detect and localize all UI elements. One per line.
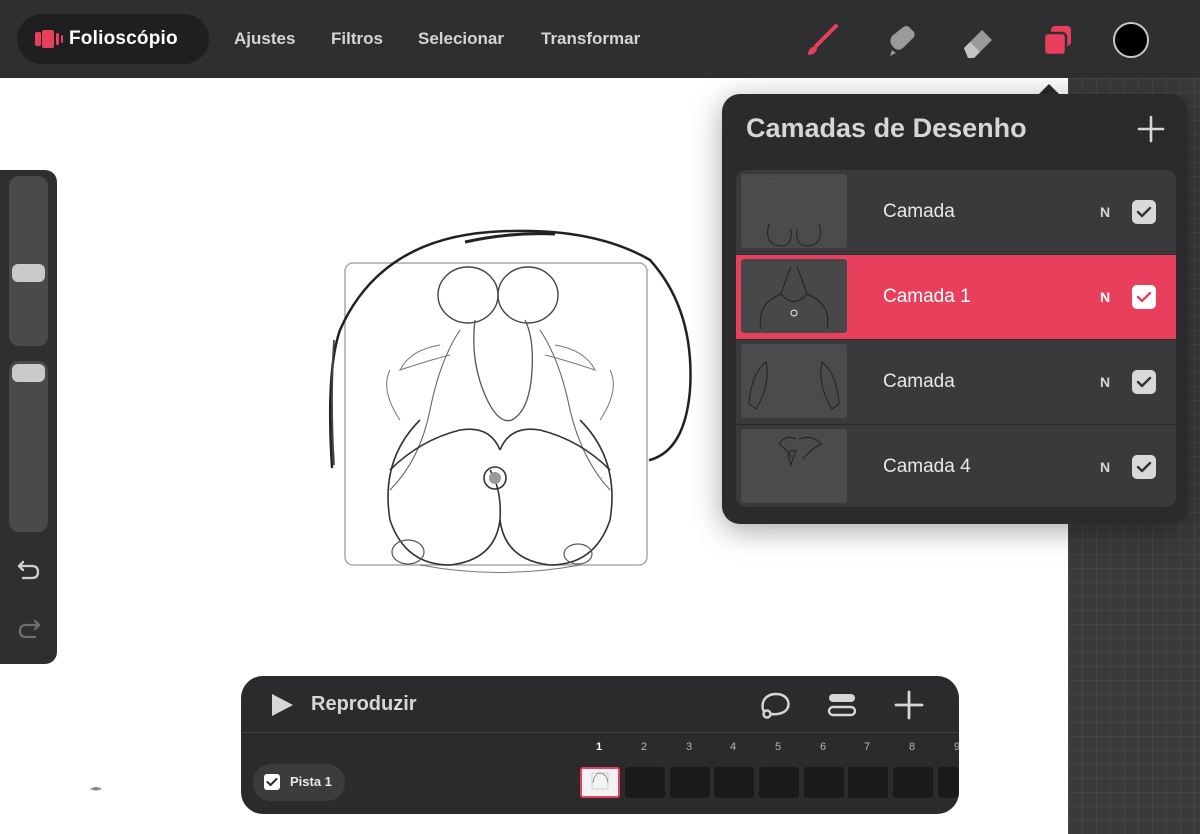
smudge-icon[interactable]	[880, 20, 920, 60]
add-frame-icon[interactable]	[892, 688, 926, 722]
animation-timeline: Reproduzir 1 2 3 4 5 6 7 8 9 Pista 1	[241, 676, 959, 814]
layer-row[interactable]: Camada 1 N	[736, 255, 1176, 340]
canvas-mark	[90, 787, 102, 791]
layer-blend-mode[interactable]: N	[1100, 374, 1110, 390]
brush-icon[interactable]	[802, 20, 842, 60]
frame-cell[interactable]	[670, 767, 710, 798]
frame-cell[interactable]	[714, 767, 754, 798]
frame-thumbnail	[591, 772, 609, 790]
layers-panel: Camadas de Desenho Camada N Camada 1 N C…	[722, 94, 1188, 524]
settings-bars-icon[interactable]	[825, 688, 859, 722]
menu-selecionar[interactable]: Selecionar	[418, 29, 504, 49]
frame-cell[interactable]	[759, 767, 799, 798]
frame-number: 2	[640, 741, 648, 753]
add-layer-icon[interactable]	[1136, 114, 1166, 144]
brush-size-slider[interactable]	[9, 176, 48, 346]
left-sidebar	[0, 170, 57, 664]
frame-number: 8	[908, 741, 916, 753]
layer-row[interactable]: Camada N	[736, 340, 1176, 425]
layer-row[interactable]: Camada N	[736, 170, 1176, 255]
app-name: Folioscópio	[69, 28, 178, 49]
gallery-button[interactable]: Folioscópio	[17, 14, 209, 64]
layer-blend-mode[interactable]: N	[1100, 204, 1110, 220]
frame-cell[interactable]	[580, 767, 620, 798]
eraser-icon[interactable]	[958, 20, 998, 60]
frame-number: 5	[774, 741, 782, 753]
frame-number: 9	[953, 741, 959, 753]
canvas-sketch[interactable]	[320, 220, 700, 590]
layers-list: Camada N Camada 1 N Camada N Camada 4 N	[736, 170, 1176, 507]
layer-visibility-checkbox[interactable]	[1132, 370, 1156, 394]
layer-name: Camada	[883, 371, 955, 392]
menu-filtros[interactable]: Filtros	[331, 29, 383, 49]
track-label: Pista 1	[290, 774, 332, 789]
layer-name: Camada 1	[883, 286, 971, 307]
layer-visibility-checkbox[interactable]	[1132, 200, 1156, 224]
frame-cell[interactable]	[848, 767, 888, 798]
menu-transformar[interactable]: Transformar	[541, 29, 640, 49]
menu-ajustes[interactable]: Ajustes	[234, 29, 295, 49]
track-toggle[interactable]: Pista 1	[253, 764, 345, 801]
app-logo-icon	[35, 30, 63, 48]
redo-icon[interactable]	[14, 612, 44, 642]
track-checkbox[interactable]	[264, 774, 280, 790]
layer-visibility-checkbox[interactable]	[1132, 455, 1156, 479]
layer-row[interactable]: Camada 4 N	[736, 425, 1176, 507]
layer-name: Camada 4	[883, 456, 971, 477]
layer-blend-mode[interactable]: N	[1100, 289, 1110, 305]
layer-thumbnail	[741, 429, 847, 503]
opacity-thumb[interactable]	[12, 364, 45, 382]
layer-name: Camada	[883, 201, 955, 222]
layers-panel-title: Camadas de Desenho	[746, 113, 1027, 143]
undo-icon[interactable]	[14, 553, 44, 583]
layer-thumbnail	[741, 344, 847, 418]
layer-visibility-checkbox[interactable]	[1132, 285, 1156, 309]
layer-blend-mode[interactable]: N	[1100, 459, 1110, 475]
frame-cell[interactable]	[938, 767, 959, 798]
opacity-slider[interactable]	[9, 361, 48, 532]
color-picker-swatch[interactable]	[1113, 22, 1149, 58]
layer-thumbnail	[741, 259, 847, 333]
frame-number: 6	[819, 741, 827, 753]
brush-size-thumb[interactable]	[12, 264, 45, 282]
onion-skin-icon[interactable]	[758, 688, 792, 722]
frame-number: 3	[685, 741, 693, 753]
frame-number: 4	[729, 741, 737, 753]
layer-thumbnail	[741, 174, 847, 248]
timeline-header: Reproduzir	[241, 676, 959, 733]
frame-number: 1	[595, 741, 603, 753]
frame-cell[interactable]	[893, 767, 933, 798]
frame-cell[interactable]	[804, 767, 844, 798]
frame-number: 7	[863, 741, 871, 753]
top-toolbar: Folioscópio Ajustes Filtros Selecionar T…	[0, 0, 1200, 78]
play-button[interactable]: Reproduzir	[311, 693, 417, 716]
frame-cell[interactable]	[625, 767, 665, 798]
play-icon[interactable]	[269, 692, 295, 718]
layers-icon[interactable]	[1038, 20, 1078, 60]
